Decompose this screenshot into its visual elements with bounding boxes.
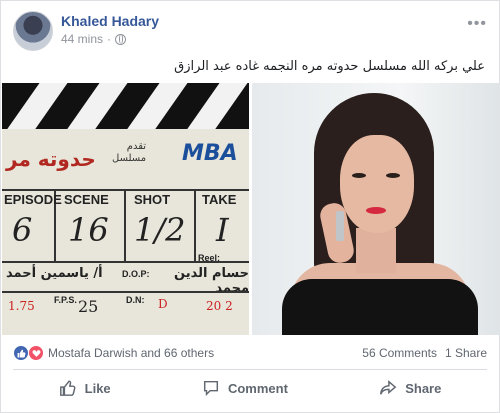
post-actions: Like Comment Share [13,379,487,397]
thumbs-up-icon [59,380,76,396]
phone-icon [336,211,344,241]
board-subtitle: تقدم مسلسل [112,141,147,164]
mba-logo: MBA [182,141,238,166]
comment-button[interactable]: Comment [202,379,288,397]
author-avatar[interactable] [13,11,53,51]
author-name[interactable]: Khaled Hadary [61,13,159,29]
dn-value: D [158,297,168,311]
actions-divider [13,369,487,370]
photo-portrait[interactable] [252,83,500,335]
share-icon [380,380,397,395]
value-shot: 1/2 [134,211,186,249]
reactions-text: Mostafa Darwish and 66 others [48,346,215,360]
post-timestamp[interactable]: 44 mins [61,32,103,46]
label-dop: D.O.P: [122,269,150,279]
share-button[interactable]: Share [379,379,441,397]
post-meta: 44 mins · [61,32,127,46]
like-button[interactable]: Like [59,379,111,397]
photo-clapperboard[interactable]: حدوته مر تقدم مسلسل MBA EPISODE SCENE SH… [2,83,249,335]
engagement-counts: 56 Comments 1 Share [362,346,487,360]
clapper-board: حدوته مر تقدم مسلسل MBA EPISODE SCENE SH… [2,129,249,335]
comment-icon [203,380,218,397]
label-dn: D.N: [126,295,145,305]
label-fps: F.P.S. [54,295,77,305]
clapper-stripes [2,83,249,129]
portrait-dress [282,279,478,335]
comment-label: Comment [227,380,288,396]
label-reel: Reel: [198,253,221,263]
label-shot: SHOT [134,192,171,207]
value-episode: 6 [12,211,33,249]
shares-count[interactable]: 1 Share [445,346,487,360]
director-name: أ/ ياسمين أحمد [6,266,103,281]
value-take: I [216,211,229,249]
share-label: Share [405,380,442,396]
right-number: 20 2 [206,299,233,313]
value-scene: 16 [68,211,109,249]
like-reaction-icon [13,345,29,361]
reactions-summary[interactable]: Mostafa Darwish and 66 others [13,345,214,361]
comments-count[interactable]: 56 Comments [362,346,437,360]
fps-value: 25 [78,297,99,316]
board-title: حدوته مر [6,147,96,171]
label-episode: EPISODE [4,192,62,207]
left-number: 1.75 [8,299,35,313]
label-scene: SCENE [64,192,109,207]
label-take: TAKE [202,192,237,207]
meta-separator: · [107,32,112,46]
post-caption: علي بركه الله مسلسل حدوته مره النجمه غاد… [174,59,485,74]
love-reaction-icon [28,345,44,361]
like-label: Like [84,380,111,396]
portrait-face [340,135,414,233]
more-options-icon[interactable]: ••• [467,15,487,33]
feed-post: Khaled Hadary 44 mins · ••• علي بركه الل… [0,0,500,413]
globe-icon [115,33,127,45]
